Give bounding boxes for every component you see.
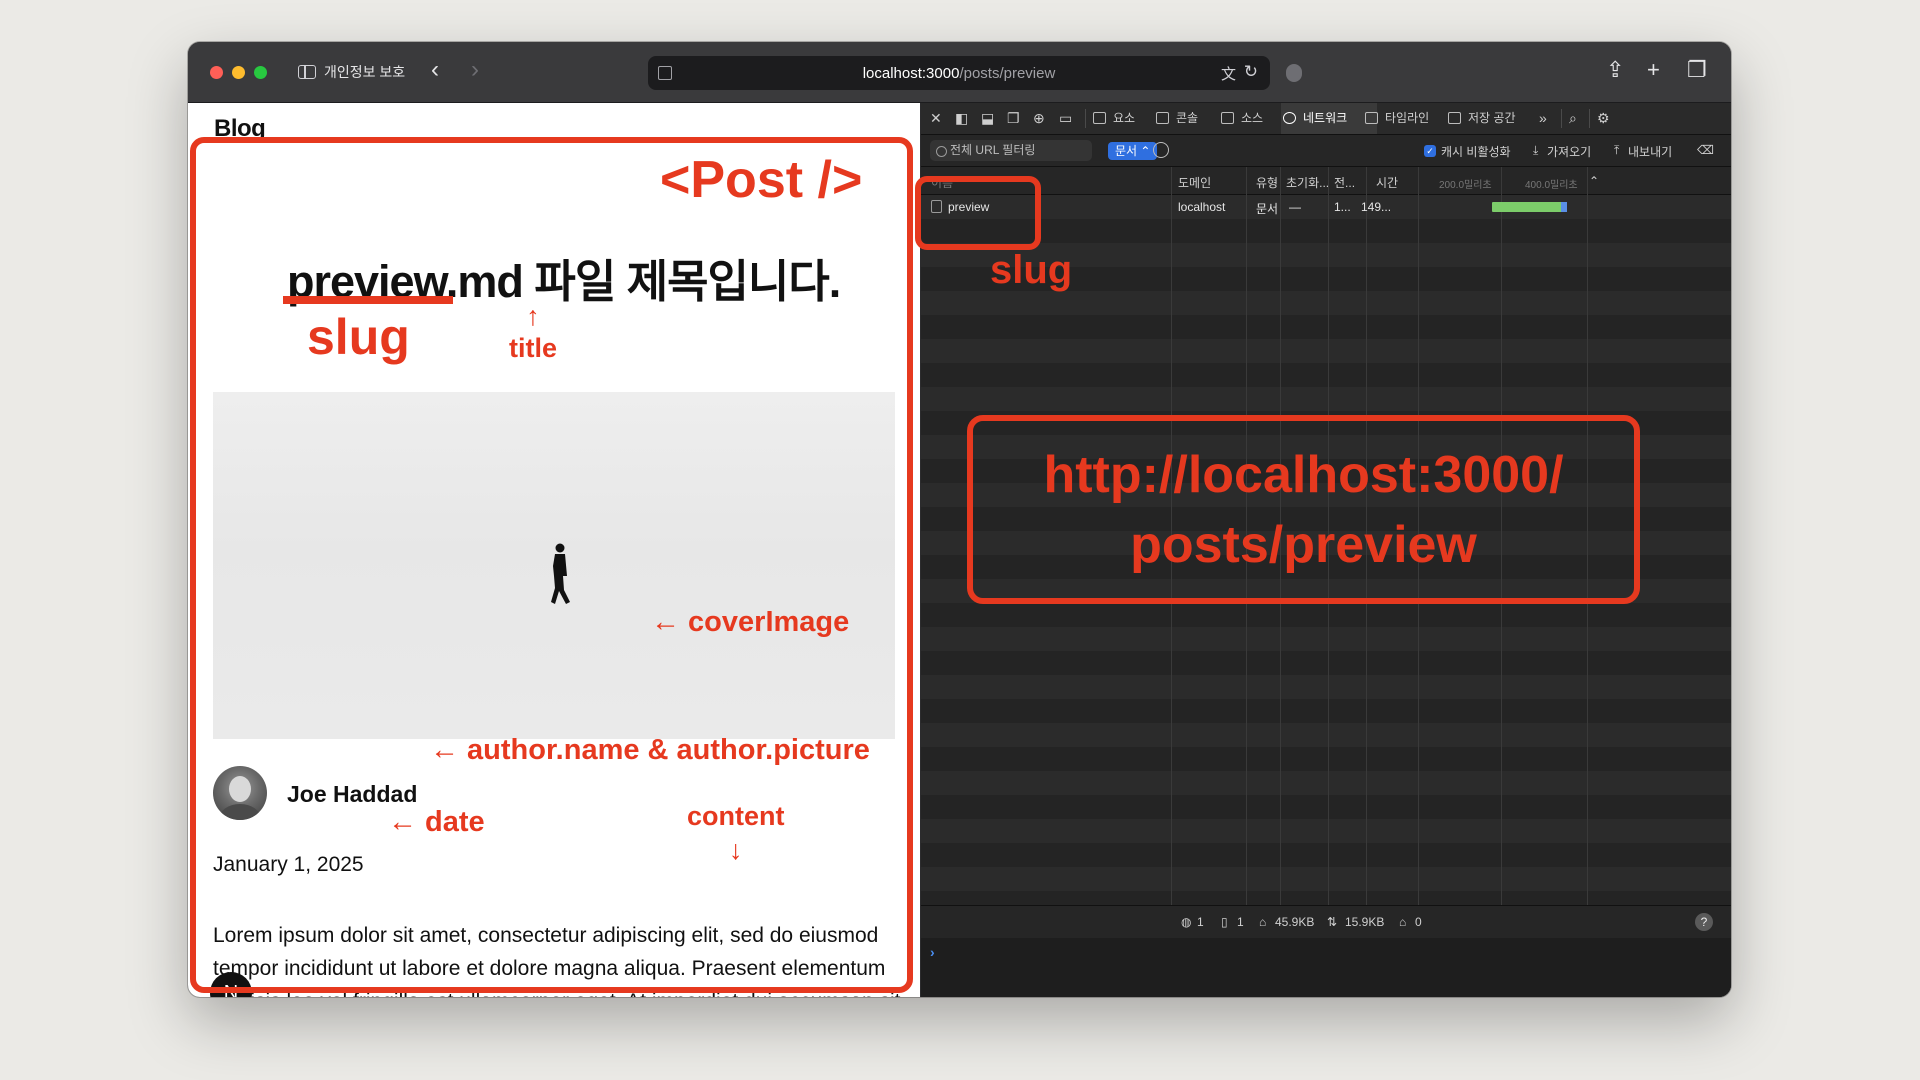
resources-count: 1 [1237, 915, 1244, 929]
annotation-slug-right: slug [990, 248, 1073, 292]
forward-button[interactable]: › [471, 58, 479, 82]
total-size: 45.9KB [1275, 915, 1315, 929]
share-icon[interactable]: ⇪ [1606, 57, 1624, 83]
request-transfer: 1... [1334, 200, 1351, 214]
translate-icon[interactable]: 文 [1221, 63, 1236, 84]
title-bar: 개인정보 보호 ‹ › localhost:3000/posts/preview… [188, 42, 1731, 103]
table-row[interactable]: preview localhost 문서 — 1... 149... [921, 195, 1731, 219]
storage-icon [1448, 112, 1461, 124]
slug-underline [283, 296, 453, 304]
new-tab-icon[interactable]: + [1647, 57, 1660, 83]
column-type[interactable]: 유형 [1256, 174, 1278, 191]
waterfall-tick-400: 400.0밀리초 [1525, 180, 1578, 191]
sort-chevron-icon[interactable]: ⌃ [1589, 174, 1599, 188]
private-mode-label: 개인정보 보호 [324, 64, 406, 80]
transfer-icon: ⇅ [1327, 915, 1338, 929]
annotation-content: content ↓ [687, 801, 785, 865]
annotation-slug-left: slug [307, 309, 410, 365]
network-filter-bar: 전체 URL 필터링 문서 ⌃ ✓ 캐시 비활성화 ⤓ 가져오기 ⤒ 내보내기 … [921, 135, 1731, 167]
column-initiator[interactable]: 초기화... [1286, 174, 1329, 191]
post-component-box [190, 137, 913, 993]
request-type: 문서 [1256, 202, 1279, 216]
import-button[interactable]: 가져오기 [1547, 143, 1591, 160]
annotation-author: ← author.name & author.picture [430, 734, 870, 766]
slug-row-box [915, 176, 1041, 250]
url-filter-input[interactable]: 전체 URL 필터링 [930, 140, 1092, 161]
network-icon [1283, 112, 1296, 124]
console-prompt: › [930, 944, 935, 960]
close-devtools-icon[interactable]: ✕ [930, 110, 942, 127]
network-table-header: 이름 도메인 유형 초기화... 전... 시간 200.0밀리초 400.0밀… [921, 167, 1731, 195]
annotation-cover-image: ← coverImage [651, 606, 850, 638]
zoom-window-button[interactable] [254, 66, 267, 79]
column-transfer[interactable]: 전... [1334, 174, 1355, 191]
waterfall-bar [1492, 202, 1567, 212]
devtools-tab-bar: ✕ ◧ ⬓ ❐ ⊕ ▭ 요소 콘솔 소스 네트워크 타임라인 저장 공간 » ⌕… [921, 103, 1731, 135]
device-icon[interactable]: ▭ [1059, 110, 1072, 127]
transferred-size: 15.9KB [1345, 915, 1385, 929]
request-domain: localhost [1178, 200, 1226, 214]
search-icon[interactable]: ⌕ [1569, 110, 1577, 127]
import-icon: ⤓ [1533, 143, 1539, 157]
request-initiator: — [1289, 200, 1301, 214]
detach-icon[interactable]: ❐ [1007, 110, 1020, 127]
resource-type-filter[interactable]: 문서 ⌃ [1108, 142, 1158, 160]
export-icon: ⤒ [1614, 143, 1620, 157]
reload-icon[interactable]: ↻ [1244, 62, 1258, 82]
close-window-button[interactable] [210, 66, 223, 79]
settings-gear-icon[interactable]: ⚙ [1597, 110, 1610, 127]
more-tabs-icon[interactable]: » [1539, 110, 1547, 126]
console-icon [1156, 112, 1169, 124]
clear-log-icon[interactable]: ⌫ [1697, 143, 1714, 157]
element-picker-icon[interactable]: ⊕ [1033, 110, 1045, 127]
resources-icon: ▯ [1221, 915, 1228, 929]
annotation-date: ← date [388, 806, 485, 838]
column-domain[interactable]: 도메인 [1178, 174, 1211, 191]
annotation-title: ↑ title [509, 301, 558, 363]
requests-count: 1 [1197, 915, 1204, 929]
sidebar-icon [298, 65, 316, 79]
waterfall-tick-200: 200.0밀리초 [1439, 180, 1492, 191]
annotation-post: <Post /> [660, 151, 863, 209]
requests-icon: ◍ [1181, 915, 1192, 929]
sources-icon [1221, 112, 1234, 124]
tab-storage[interactable]: 저장 공간 [1446, 103, 1550, 134]
dock-left-icon[interactable]: ◧ [955, 110, 968, 127]
console-prompt-line[interactable]: › [921, 938, 1731, 997]
request-time: 149... [1361, 200, 1392, 214]
timelines-icon [1365, 112, 1378, 124]
column-time[interactable]: 시간 [1376, 174, 1398, 191]
url-text: localhost:3000/posts/preview [862, 65, 1056, 82]
errors-count: 0 [1415, 915, 1422, 929]
disable-cache-label: 캐시 비활성화 [1441, 145, 1511, 159]
errors-icon: ⌂ [1399, 915, 1407, 929]
back-button[interactable]: ‹ [431, 58, 439, 82]
network-summary-bar: ◍ 1 ▯ 1 ⌂ 45.9KB ⇅ 15.9KB ⌂ 0 ? [921, 905, 1731, 938]
address-bar[interactable]: localhost:3000/posts/preview 文 ↻ [648, 56, 1270, 90]
annotation-url: http://localhost:3000/ posts/preview [1043, 446, 1564, 574]
dock-bottom-icon[interactable]: ⬓ [981, 110, 994, 127]
minimize-window-button[interactable] [232, 66, 245, 79]
privacy-shield-icon[interactable] [1286, 64, 1302, 82]
help-icon[interactable]: ? [1695, 913, 1713, 931]
size-icon: ⌂ [1259, 915, 1267, 929]
export-button[interactable]: 내보내기 [1628, 143, 1672, 160]
sidebar-toggle-button[interactable]: 개인정보 보호 [298, 62, 405, 82]
elements-icon [1093, 112, 1106, 124]
tab-overview-icon[interactable]: ❐ [1687, 57, 1707, 83]
filter-options-icon[interactable] [1153, 142, 1169, 158]
disable-cache-checkbox[interactable]: ✓ [1424, 145, 1436, 157]
